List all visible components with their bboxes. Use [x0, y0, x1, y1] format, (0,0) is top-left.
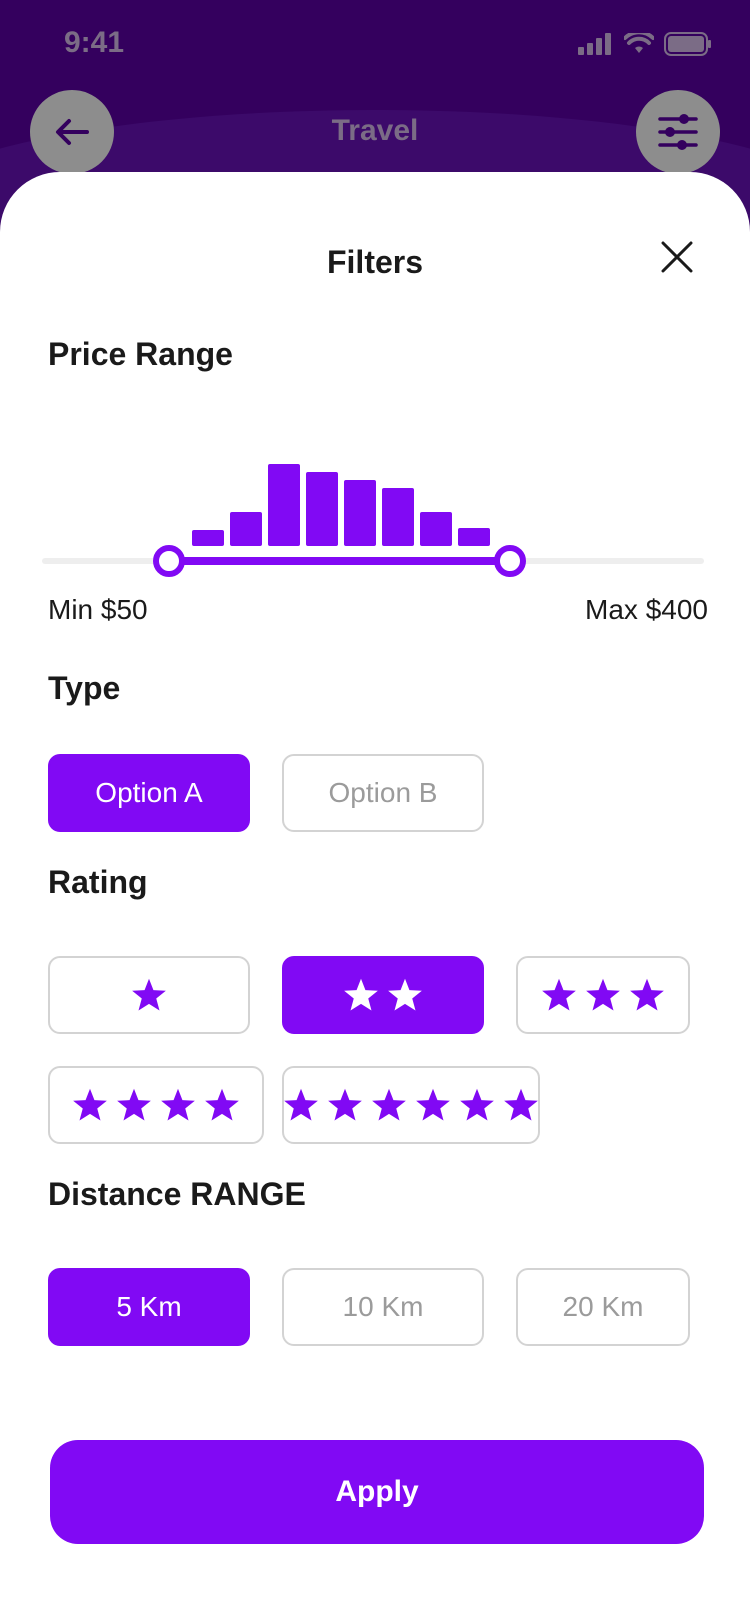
rating-5-star[interactable] [282, 1066, 540, 1144]
rating-stars [343, 978, 423, 1012]
star-icon [542, 978, 576, 1011]
histogram-bar [268, 464, 300, 546]
rating-4-star[interactable] [48, 1066, 264, 1144]
sheet-title: Filters [326, 244, 424, 280]
price-max-label: Max $400 [585, 594, 708, 625]
status-icons [578, 32, 712, 56]
histogram-bar [382, 488, 414, 546]
histogram-bar [344, 480, 376, 546]
price-slider-range [170, 557, 510, 565]
close-button[interactable] [660, 240, 694, 274]
star-icon [586, 978, 620, 1011]
battery-icon [664, 32, 711, 56]
price-min-handle[interactable] [153, 545, 185, 577]
distance-10km[interactable]: 10 Km [282, 1268, 484, 1346]
rating-3-star[interactable] [516, 956, 690, 1034]
star-icon [117, 1088, 151, 1121]
status-bar: 9:41 [0, 0, 750, 92]
histogram-bar [420, 512, 452, 546]
price-range-label: Price Range [48, 336, 233, 372]
rating-stars [131, 978, 167, 1012]
histogram-bar [230, 512, 262, 546]
star-icon [504, 1088, 538, 1121]
distance-range-label: Distance RANGE [48, 1176, 306, 1212]
histogram-bar [192, 530, 224, 546]
histogram-bar [306, 472, 338, 546]
wifi-icon [624, 33, 654, 53]
rating-stars [283, 1088, 539, 1122]
close-icon [661, 241, 693, 273]
distance-5km[interactable]: 5 Km [48, 1268, 250, 1346]
histogram-bar [458, 528, 490, 546]
star-icon [630, 978, 664, 1011]
filters-sheet: Filters Price Range Min $50 Max $400 Typ… [0, 172, 750, 1624]
rating-stars [72, 1088, 240, 1122]
rating-1-star[interactable] [48, 956, 250, 1034]
rating-2-star[interactable] [282, 956, 484, 1034]
star-icon [388, 978, 422, 1011]
star-icon [416, 1088, 450, 1121]
star-icon [161, 1088, 195, 1121]
signal-icon [578, 33, 611, 55]
star-icon [205, 1088, 239, 1121]
price-max-handle[interactable] [494, 545, 526, 577]
status-time: 9:41 [64, 26, 125, 59]
type-option-a[interactable]: Option A [48, 754, 250, 832]
star-icon [132, 978, 166, 1011]
star-icon [73, 1088, 107, 1121]
star-icon [372, 1088, 406, 1121]
star-icon [460, 1088, 494, 1121]
sliders-icon [658, 114, 698, 150]
rating-stars [541, 978, 665, 1012]
type-option-b[interactable]: Option B [282, 754, 484, 832]
type-label: Type [48, 670, 121, 706]
rating-label: Rating [48, 864, 148, 900]
apply-button[interactable]: Apply [50, 1440, 704, 1544]
star-icon [328, 1088, 362, 1121]
distance-20km[interactable]: 20 Km [516, 1268, 690, 1346]
star-icon [344, 978, 378, 1011]
star-icon [284, 1088, 318, 1121]
filter-button[interactable] [636, 90, 720, 174]
price-min-label: Min $50 [48, 594, 148, 625]
